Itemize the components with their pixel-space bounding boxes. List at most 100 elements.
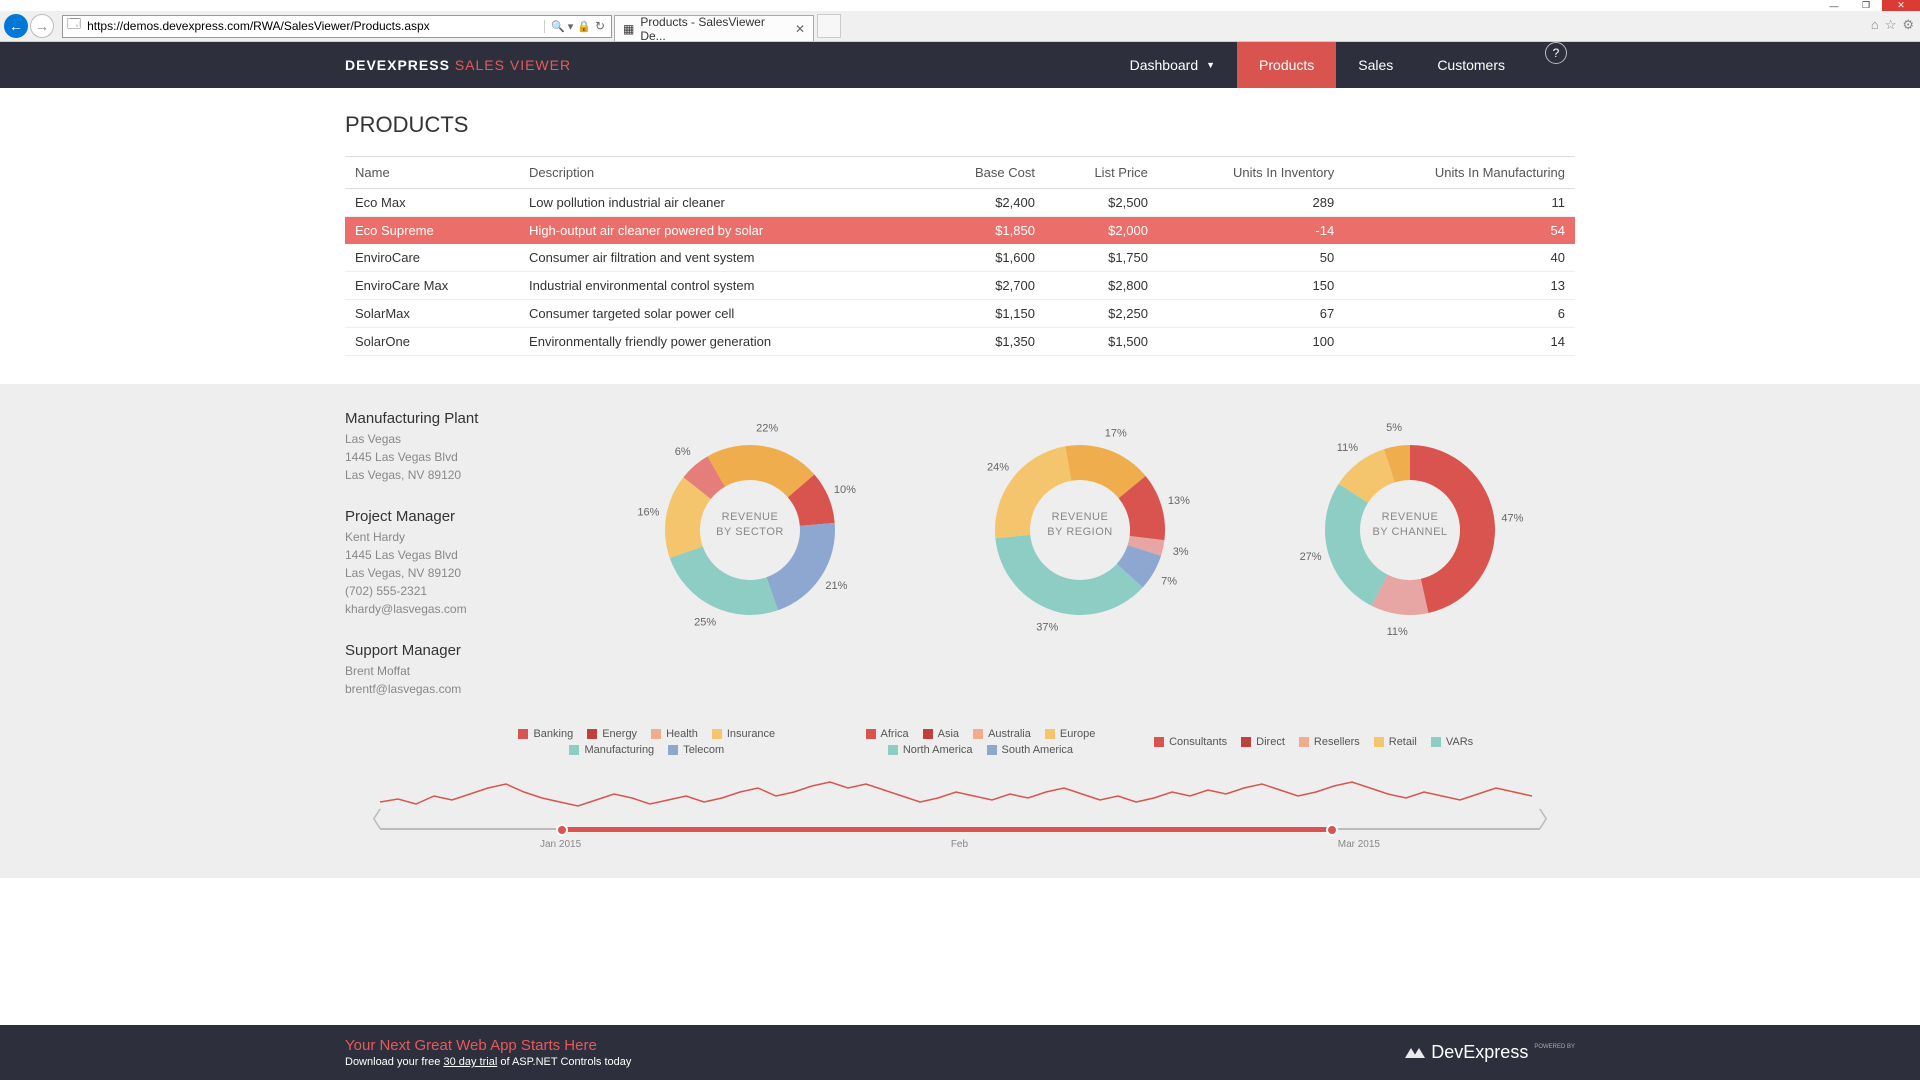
tools-icon[interactable]: ⚙: [1902, 17, 1914, 33]
url-input[interactable]: [85, 19, 538, 33]
cell: Low pollution industrial air cleaner: [519, 189, 922, 217]
legend-item[interactable]: Resellers: [1299, 728, 1360, 756]
nav-item-customers[interactable]: Customers: [1415, 42, 1527, 88]
trial-link[interactable]: 30 day trial: [443, 1056, 497, 1068]
donut-chart: 47%11%27%11%5% REVENUEBY CHANNEL: [1260, 410, 1560, 650]
column-header[interactable]: Description: [519, 157, 922, 189]
home-icon[interactable]: ⌂: [1871, 17, 1879, 33]
legend-item[interactable]: Asia: [923, 728, 959, 740]
legend-item[interactable]: Retail: [1374, 728, 1417, 756]
cell: 100: [1158, 328, 1344, 356]
legend-item[interactable]: Europe: [1045, 728, 1095, 740]
legend-item[interactable]: Energy: [587, 728, 637, 740]
info-title: Support Manager: [345, 642, 565, 659]
window-minimize-button[interactable]: —: [1818, 0, 1850, 11]
cell: 67: [1158, 300, 1344, 328]
cell: High-output air cleaner powered by solar: [519, 217, 922, 245]
date-next-button[interactable]: 〉: [1538, 802, 1560, 834]
window-close-button[interactable]: ✕: [1882, 0, 1920, 11]
info-line: Brent Moffat: [345, 662, 565, 680]
favorites-icon[interactable]: ☆: [1885, 17, 1897, 33]
info-line: khardy@lasvegas.com: [345, 600, 565, 618]
help-button[interactable]: ?: [1545, 42, 1567, 64]
tab-close-button[interactable]: ✕: [795, 22, 805, 36]
charts-section: Manufacturing PlantLas Vegas1445 Las Veg…: [0, 384, 1920, 878]
legend-item[interactable]: Africa: [866, 728, 909, 740]
legend-swatch-icon: [587, 729, 597, 739]
footer: Your Next Great Web App Starts Here Down…: [0, 1025, 1920, 1080]
url-bar[interactable]: 🗔 🔍 ▾ 🔒 ↻: [62, 15, 612, 38]
svg-text:25%: 25%: [694, 617, 716, 629]
column-header[interactable]: List Price: [1045, 157, 1158, 189]
table-row[interactable]: EnviroCare MaxIndustrial environmental c…: [345, 272, 1575, 300]
column-header[interactable]: Base Cost: [922, 157, 1045, 189]
legend-item[interactable]: Consultants: [1154, 728, 1227, 756]
cell: $1,850: [922, 217, 1045, 245]
legend-swatch-icon: [866, 729, 876, 739]
nav-item-products[interactable]: Products: [1237, 42, 1336, 88]
column-header[interactable]: Units In Manufacturing: [1344, 157, 1575, 189]
cell: 289: [1158, 189, 1344, 217]
legend-item[interactable]: Telecom: [668, 744, 724, 756]
info-block: Project ManagerKent Hardy1445 Las Vegas …: [345, 508, 565, 618]
svg-text:22%: 22%: [756, 422, 778, 434]
legend-item[interactable]: Banking: [518, 728, 573, 740]
legend-item[interactable]: North America: [888, 744, 973, 756]
legend-swatch-icon: [712, 729, 722, 739]
column-header[interactable]: Name: [345, 157, 519, 189]
nav-back-button[interactable]: ←: [4, 14, 28, 38]
cell: 14: [1344, 328, 1575, 356]
table-row[interactable]: Eco SupremeHigh-output air cleaner power…: [345, 217, 1575, 245]
cell: -14: [1158, 217, 1344, 245]
donut-chart: 22%10%21%25%16%6% REVENUEBY SECTOR: [600, 410, 900, 650]
info-line: Las Vegas: [345, 430, 565, 448]
cell: $1,350: [922, 328, 1045, 356]
refresh-icon[interactable]: ↻: [595, 19, 605, 33]
svg-text:13%: 13%: [1168, 495, 1190, 507]
search-icon[interactable]: 🔍 ▾: [544, 20, 573, 33]
browser-tab[interactable]: ▦ Products - SalesViewer De... ✕: [614, 15, 814, 41]
footer-subtext: Download your free 30 day trial of ASP.N…: [345, 1056, 631, 1068]
svg-text:11%: 11%: [1337, 442, 1358, 454]
chevron-down-icon: ▼: [1206, 60, 1215, 70]
date-range-slider[interactable]: 〈 〉 Jan 2015 Feb Mar 2015: [380, 774, 1540, 848]
range-handle-start[interactable]: [556, 824, 568, 836]
nav-item-sales[interactable]: Sales: [1336, 42, 1415, 88]
cell: 40: [1344, 244, 1575, 272]
cell: Industrial environmental control system: [519, 272, 922, 300]
legend-item[interactable]: Australia: [973, 728, 1031, 740]
legend-swatch-icon: [569, 745, 579, 755]
tab-title: Products - SalesViewer De...: [640, 15, 789, 43]
sparkline-label: Feb: [951, 839, 968, 850]
nav-item-dashboard[interactable]: Dashboard▼: [1108, 42, 1237, 88]
cell: $1,600: [922, 244, 1045, 272]
legend-item[interactable]: VARs: [1431, 728, 1473, 756]
info-title: Manufacturing Plant: [345, 410, 565, 427]
cell: Eco Max: [345, 189, 519, 217]
range-handle-end[interactable]: [1326, 824, 1338, 836]
table-row[interactable]: EnviroCareConsumer air filtration and ve…: [345, 244, 1575, 272]
table-row[interactable]: SolarOneEnvironmentally friendly power g…: [345, 328, 1575, 356]
cell: $1,500: [1045, 328, 1158, 356]
table-row[interactable]: SolarMaxConsumer targeted solar power ce…: [345, 300, 1575, 328]
date-prev-button[interactable]: 〈: [360, 802, 382, 834]
legend-swatch-icon: [1299, 737, 1309, 747]
legend-swatch-icon: [888, 745, 898, 755]
legend-swatch-icon: [651, 729, 661, 739]
column-header[interactable]: Units In Inventory: [1158, 157, 1344, 189]
cell: Environmentally friendly power generatio…: [519, 328, 922, 356]
table-row[interactable]: Eco MaxLow pollution industrial air clea…: [345, 189, 1575, 217]
legend-item[interactable]: Manufacturing: [569, 744, 654, 756]
legend-item[interactable]: South America: [987, 744, 1074, 756]
nav-forward-button[interactable]: →: [30, 14, 54, 38]
legend-item[interactable]: Direct: [1241, 728, 1285, 756]
legend-group: Consultants Direct Resellers Retail VARs: [1154, 728, 1473, 756]
window-maximize-button[interactable]: ❐: [1850, 0, 1882, 11]
new-tab-button[interactable]: [817, 14, 841, 38]
svg-text:7%: 7%: [1161, 576, 1177, 588]
svg-text:11%: 11%: [1387, 626, 1408, 638]
legend-item[interactable]: Health: [651, 728, 698, 740]
svg-text:37%: 37%: [1036, 622, 1058, 634]
legend-item[interactable]: Insurance: [712, 728, 775, 740]
svg-text:3%: 3%: [1173, 546, 1189, 558]
